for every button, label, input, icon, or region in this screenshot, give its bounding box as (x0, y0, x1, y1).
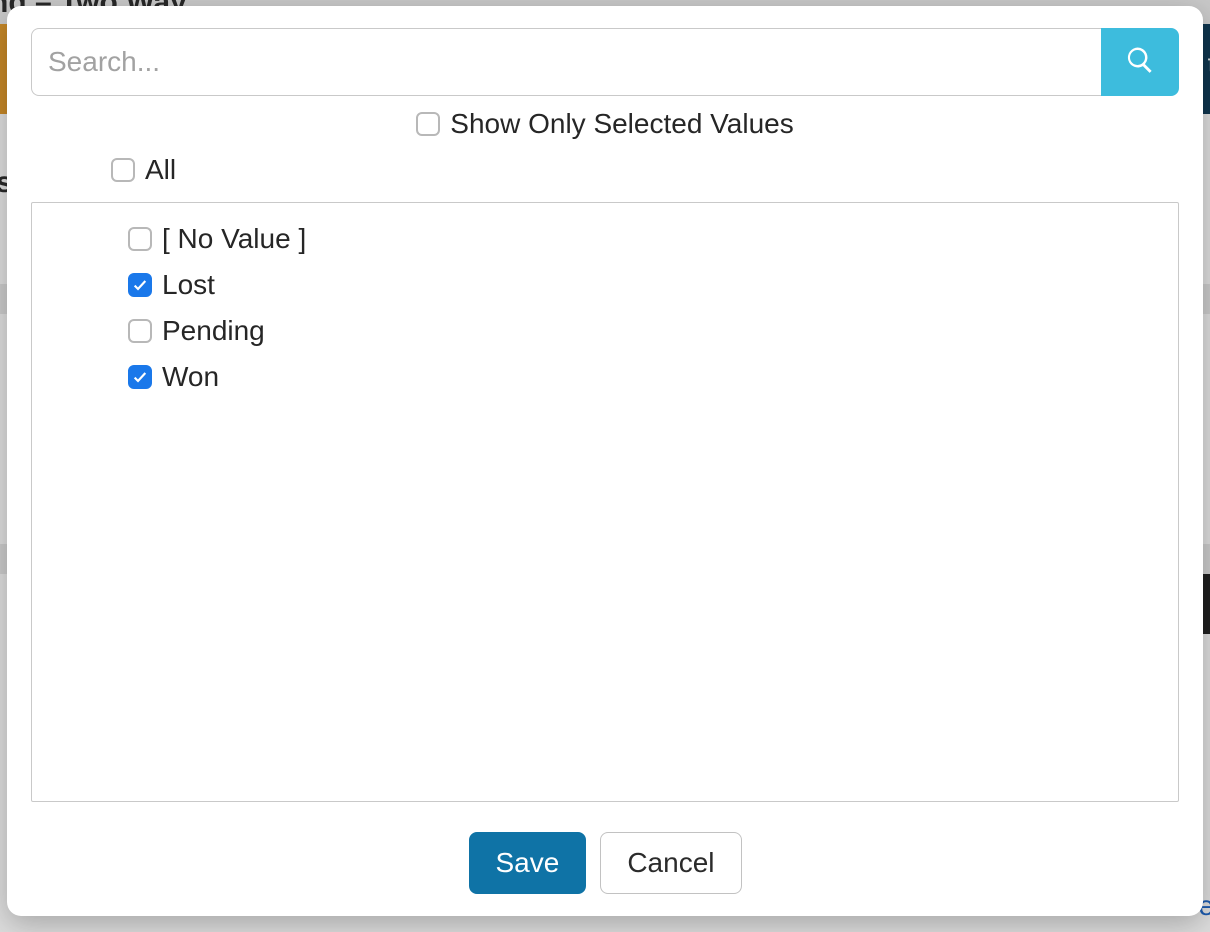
all-label: All (145, 154, 176, 186)
search-button[interactable] (1101, 28, 1179, 96)
show-only-selected-label: Show Only Selected Values (450, 108, 793, 140)
show-only-selected-row: Show Only Selected Values (31, 108, 1179, 140)
list-item: [ No Value ] (128, 223, 1158, 255)
search-icon (1125, 45, 1155, 80)
search-row (31, 28, 1179, 96)
option-checkbox-pending[interactable] (128, 319, 152, 343)
list-item: Pending (128, 315, 1158, 347)
option-label: Lost (162, 269, 215, 301)
option-checkbox-no-value[interactable] (128, 227, 152, 251)
modal-footer: Save Cancel (31, 832, 1179, 894)
all-checkbox[interactable] (111, 158, 135, 182)
show-only-selected-checkbox[interactable] (416, 112, 440, 136)
option-label: Won (162, 361, 219, 393)
search-input[interactable] (31, 28, 1101, 96)
list-item: Won (128, 361, 1158, 393)
list-item: Lost (128, 269, 1158, 301)
all-row: All (111, 154, 1179, 186)
option-label: Pending (162, 315, 265, 347)
modal-overlay: Show Only Selected Values All [ No Value… (0, 0, 1210, 932)
filter-modal: Show Only Selected Values All [ No Value… (7, 6, 1203, 916)
save-button[interactable]: Save (469, 832, 587, 894)
option-label: [ No Value ] (162, 223, 306, 255)
options-list: [ No Value ] Lost Pending Won (31, 202, 1179, 802)
cancel-button[interactable]: Cancel (600, 832, 741, 894)
option-checkbox-lost[interactable] (128, 273, 152, 297)
option-checkbox-won[interactable] (128, 365, 152, 389)
